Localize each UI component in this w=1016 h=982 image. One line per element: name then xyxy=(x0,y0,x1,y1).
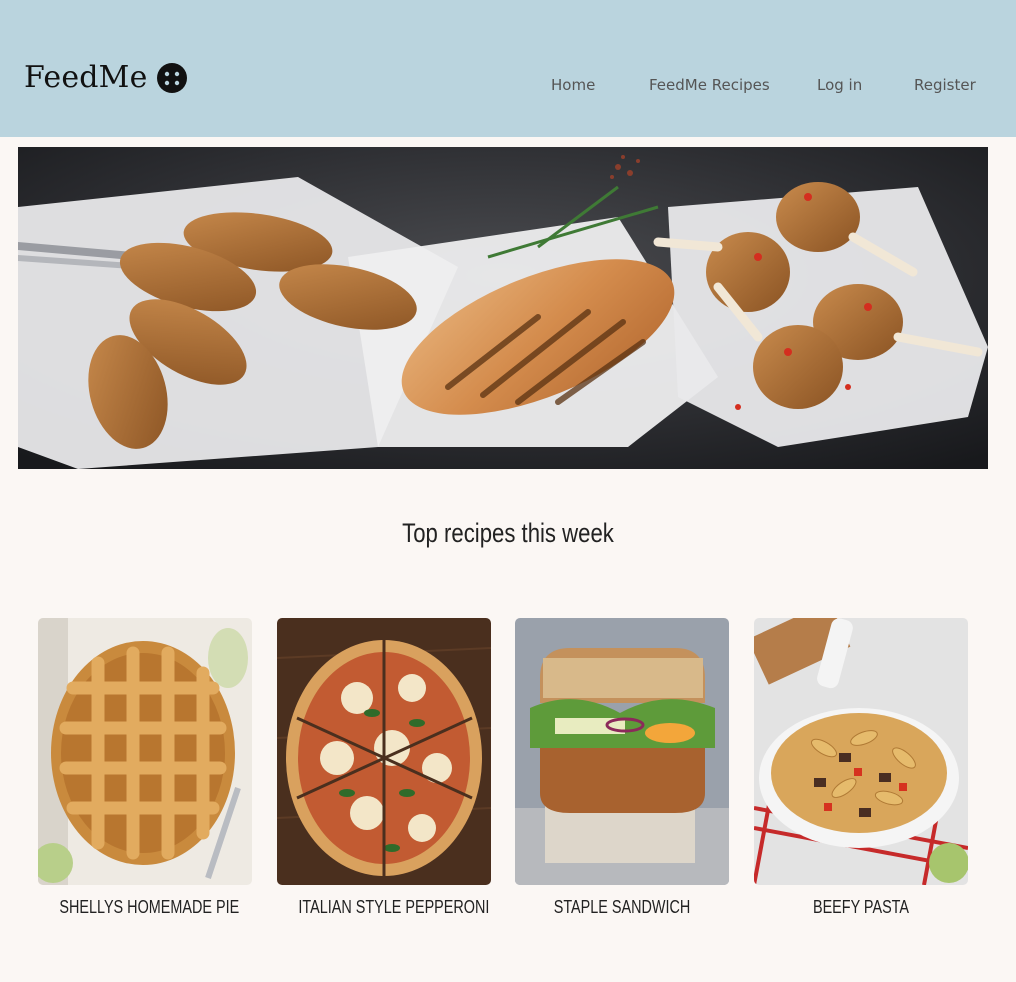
lattice-pie-image[interactable] xyxy=(38,618,252,885)
section-title: Top recipes this week xyxy=(402,518,614,548)
hero-banner xyxy=(18,147,988,469)
main-nav: Home FeedMe Recipes Log in Register xyxy=(0,76,1016,96)
nav-link-home[interactable]: Home xyxy=(551,76,595,94)
recipe-card[interactable]: STAPLE SANDWICH xyxy=(515,618,729,918)
recipe-card[interactable]: BEEFY PASTA xyxy=(754,618,968,918)
nav-link-login[interactable]: Log in xyxy=(817,76,862,94)
recipe-title[interactable]: BEEFY PASTA xyxy=(775,897,946,918)
recipe-card[interactable]: SHELLYS HOMEMADE PIE xyxy=(38,618,252,918)
recipe-title[interactable]: SHELLYS HOMEMADE PIE xyxy=(59,897,239,918)
nav-link-register[interactable]: Register xyxy=(914,76,976,94)
site-header: FeedMe Home FeedMe Recipes Log in Regist… xyxy=(0,0,1016,137)
recipe-card[interactable]: ITALIAN STYLE PEPPERONI xyxy=(277,618,491,918)
recipe-title[interactable]: ITALIAN STYLE PEPPERONI xyxy=(298,897,489,918)
sandwich-image[interactable] xyxy=(515,618,729,885)
recipe-title[interactable]: STAPLE SANDWICH xyxy=(536,897,707,918)
grilled-chicken-banner-image xyxy=(18,147,988,469)
pizza-image[interactable] xyxy=(277,618,491,885)
pasta-pan-image[interactable] xyxy=(754,618,968,885)
nav-link-recipes[interactable]: FeedMe Recipes xyxy=(649,76,770,94)
